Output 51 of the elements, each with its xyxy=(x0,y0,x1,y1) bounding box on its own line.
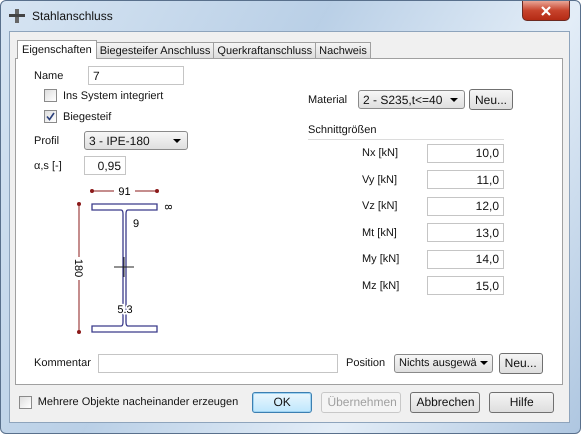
dialog-button[interactable]: Hilfe xyxy=(489,392,554,412)
checkbox-label: Ins System integriert xyxy=(63,90,164,102)
alpha-field[interactable]: 0,95 xyxy=(84,156,126,175)
close-button[interactable] xyxy=(522,1,570,21)
force-field[interactable]: 11,0 xyxy=(427,170,504,190)
centroid-marker-icon xyxy=(114,256,134,278)
new-material-button[interactable]: Neu... xyxy=(469,89,514,110)
field-label: Nx [kN] xyxy=(362,147,400,160)
tab[interactable]: Nachweis xyxy=(315,42,371,58)
window-title: Stahlanschluss xyxy=(32,9,113,23)
checkbox[interactable] xyxy=(19,396,32,408)
field-label: Vz [kN] xyxy=(362,200,398,212)
caret-icon xyxy=(480,361,488,365)
tab[interactable]: Biegesteifer Anschluss xyxy=(96,42,214,58)
field-label: Vy [kN] xyxy=(362,174,398,186)
force-field[interactable]: 12,0 xyxy=(427,196,504,216)
section-heading: Schnittgrößen xyxy=(308,124,504,140)
checkbox[interactable] xyxy=(44,110,57,123)
checkbox-label: Biegesteif xyxy=(63,110,112,122)
force-field[interactable]: 15,0 xyxy=(427,276,504,296)
dimension-label: 91 xyxy=(118,186,131,198)
force-field[interactable]: 14,0 xyxy=(427,250,504,269)
close-icon xyxy=(541,6,551,16)
field-label: Mz [kN] xyxy=(362,280,400,292)
field-label: Name xyxy=(34,70,64,82)
caret-icon xyxy=(450,98,458,102)
caret-icon xyxy=(173,138,181,142)
dimension-label: 180 xyxy=(72,258,84,278)
material-dropdown[interactable]: 2 - S235,t<=40 xyxy=(358,90,465,109)
tab[interactable]: Querkraftanschluss xyxy=(213,42,316,58)
profile-dropdown[interactable]: 3 - IPE-180 xyxy=(84,131,188,150)
field-label: Profil xyxy=(34,134,60,146)
checkbox-label: Mehrere Objekte nacheinander erzeugen xyxy=(38,396,240,408)
tab[interactable]: Eigenschaften xyxy=(17,40,97,59)
force-field[interactable]: 10,0 xyxy=(427,144,504,163)
comment-field[interactable] xyxy=(98,354,338,372)
field-label: Kommentar xyxy=(34,357,92,369)
dialog-button[interactable]: Abbrechen xyxy=(410,392,480,412)
field-label: α,s [-] xyxy=(34,160,63,172)
dimension-label: 9 xyxy=(133,218,140,230)
field-label: My [kN] xyxy=(362,253,400,266)
name-field[interactable]: 7 xyxy=(88,66,184,85)
field-label: Position xyxy=(346,357,386,369)
dimension-label: 8 xyxy=(162,204,173,210)
field-label: Material xyxy=(308,94,348,106)
dialog-button[interactable]: OK xyxy=(252,392,312,412)
checkbox[interactable] xyxy=(44,89,57,102)
new-position-button[interactable]: Neu... xyxy=(498,352,543,374)
field-label: Mt [kN] xyxy=(362,226,398,239)
force-field[interactable]: 13,0 xyxy=(427,223,504,242)
position-dropdown[interactable]: Nichts ausgewä xyxy=(394,354,493,372)
